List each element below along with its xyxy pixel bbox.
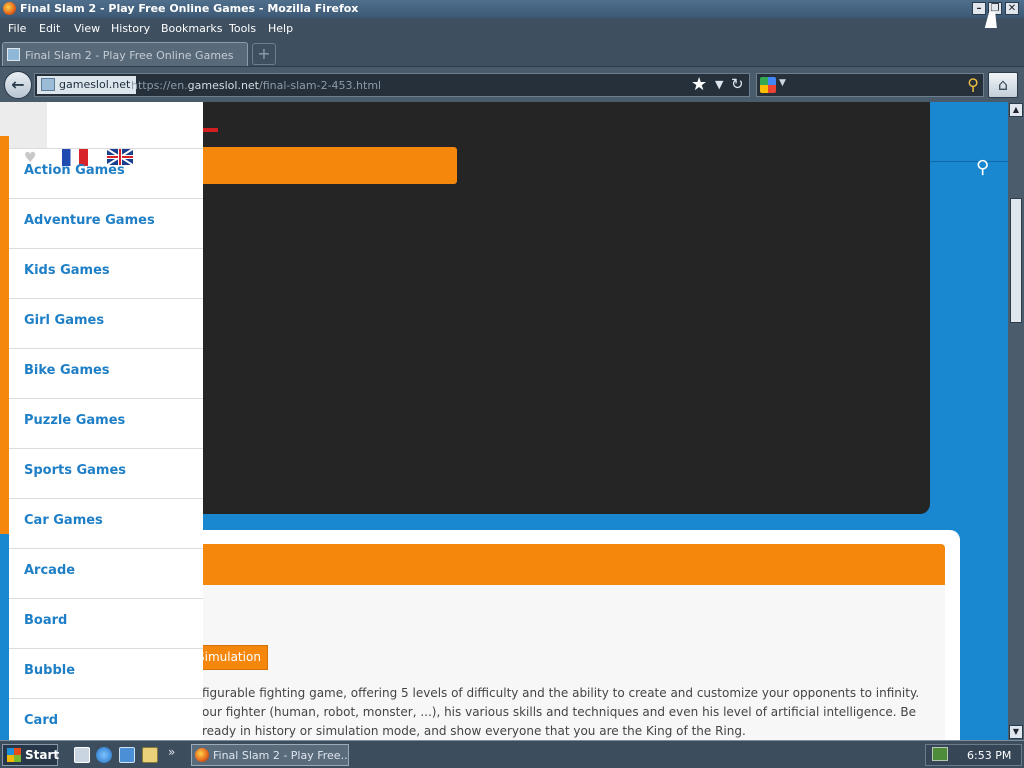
window-title-bar: Final Slam 2 - Play Free Online Games - … <box>0 0 1024 18</box>
minimize-button[interactable]: – <box>972 2 986 15</box>
url-dropdown-icon[interactable]: ▼ <box>715 78 723 91</box>
page-content: ⚲ Simulation figurable fighting game, of… <box>0 102 1008 740</box>
bookmark-star-icon[interactable]: ★ <box>691 74 707 95</box>
network-icon[interactable] <box>932 747 948 761</box>
sidebar-item-label: Sports Games <box>24 463 127 478</box>
header-orange-bar <box>200 147 457 184</box>
sidebar-item-bubble[interactable]: Bubble <box>9 648 203 698</box>
scroll-thumb[interactable] <box>1010 198 1022 323</box>
url-text: https://en.gameslol.net/final-slam-2-453… <box>131 79 381 92</box>
firefox-icon <box>195 748 209 762</box>
site-search-icon[interactable]: ⚲ <box>976 157 989 178</box>
menu-file[interactable]: File <box>8 22 26 35</box>
firefox-icon <box>3 2 16 15</box>
windows-logo-icon <box>7 748 21 762</box>
system-tray: 6:53 PM <box>925 744 1022 766</box>
scroll-down-button[interactable]: ▼ <box>1009 725 1023 739</box>
site-favicon-icon <box>7 48 20 61</box>
menu-help[interactable]: Help <box>268 22 293 35</box>
search-engine-dropdown-icon[interactable]: ▼ <box>779 78 786 88</box>
tab-final-slam[interactable]: Final Slam 2 - Play Free Online Games <box>2 42 248 66</box>
sidebar-item-girl-games[interactable]: Girl Games <box>9 298 203 348</box>
menu-view[interactable]: View <box>74 22 100 35</box>
url-path: /final-slam-2-453.html <box>259 79 382 92</box>
header-divider <box>930 161 1008 162</box>
search-bar[interactable]: ▼ ⚲ <box>756 73 984 97</box>
site-identity-button[interactable]: gameslol.net <box>37 76 137 94</box>
sidebar-item-label: Puzzle Games <box>24 413 126 428</box>
category-sidebar: ♥ Action Games Adventure Games Kids Game… <box>0 102 203 740</box>
site-identity-icon <box>41 78 55 91</box>
sidebar-item-arcade[interactable]: Arcade <box>9 548 203 598</box>
menu-edit[interactable]: Edit <box>39 22 60 35</box>
taskbar: Start » Final Slam 2 - Play Free... 6:53… <box>0 740 1024 768</box>
sidebar-item-label: Kids Games <box>24 263 110 278</box>
sidebar-item-label: Adventure Games <box>24 213 155 228</box>
vertical-scrollbar[interactable]: ▲ ▼ <box>1008 102 1024 740</box>
show-desktop-icon[interactable] <box>74 747 90 763</box>
menu-tools[interactable]: Tools <box>229 22 256 35</box>
sidebar-item-bike-games[interactable]: Bike Games <box>9 348 203 398</box>
sidebar-accent-blue <box>0 534 9 740</box>
sidebar-accent-orange <box>0 136 9 534</box>
search-magnifier-icon[interactable]: ⚲ <box>967 75 979 94</box>
sidebar-item-car-games[interactable]: Car Games <box>9 498 203 548</box>
sidebar-item-label: Car Games <box>24 513 103 528</box>
back-button[interactable]: ← <box>4 71 32 99</box>
new-tab-button[interactable]: + <box>252 43 276 65</box>
taskbar-window-label: Final Slam 2 - Play Free... <box>213 749 349 762</box>
google-icon[interactable] <box>760 77 776 93</box>
category-list: Action Games Adventure Games Kids Games … <box>9 148 203 740</box>
window-title: Final Slam 2 - Play Free Online Games - … <box>20 2 359 15</box>
url-domain: gameslol.net <box>187 79 259 92</box>
menu-bar: File Edit View History Bookmarks Tools H… <box>0 18 1024 39</box>
sidebar-item-label: Arcade <box>24 563 76 578</box>
close-button[interactable]: ✕ <box>1005 2 1019 15</box>
sidebar-item-sports-games[interactable]: Sports Games <box>9 448 203 498</box>
sidebar-item-label: Card <box>24 713 59 728</box>
home-button[interactable]: ⌂ <box>988 72 1018 98</box>
sidebar-item-label: Board <box>24 613 68 628</box>
tab-bar: Final Slam 2 - Play Free Online Games + <box>0 39 1024 66</box>
navigation-bar: ← gameslol.net https://en.gameslol.net/f… <box>0 66 1024 102</box>
quicklaunch-more-icon[interactable]: » <box>168 745 175 759</box>
internet-explorer-icon[interactable] <box>96 747 112 763</box>
start-button[interactable]: Start <box>2 744 60 766</box>
sidebar-item-action-games[interactable]: Action Games <box>9 148 203 198</box>
sidebar-item-adventure-games[interactable]: Adventure Games <box>9 198 203 248</box>
sidebar-item-puzzle-games[interactable]: Puzzle Games <box>9 398 203 448</box>
game-description: figurable fighting game, offering 5 leve… <box>202 686 920 738</box>
tab-label: Final Slam 2 - Play Free Online Games <box>25 49 234 62</box>
red-arrow-icon <box>202 128 218 132</box>
sidebar-item-kids-games[interactable]: Kids Games <box>9 248 203 298</box>
menu-bookmarks[interactable]: Bookmarks <box>161 22 222 35</box>
outlook-icon[interactable] <box>119 747 135 763</box>
clock[interactable]: 6:53 PM <box>967 749 1011 762</box>
taskbar-firefox-window[interactable]: Final Slam 2 - Play Free... <box>191 744 349 766</box>
sidebar-item-label: Action Games <box>24 163 125 178</box>
sidebar-item-label: Girl Games <box>24 313 105 328</box>
sidebar-item-board[interactable]: Board <box>9 598 203 648</box>
explorer-icon[interactable] <box>142 747 158 763</box>
game-info-header <box>150 544 945 585</box>
site-identity-label: gameslol.net <box>59 78 131 91</box>
menu-history[interactable]: History <box>111 22 150 35</box>
sidebar-item-label: Bike Games <box>24 363 110 378</box>
url-bar[interactable]: gameslol.net https://en.gameslol.net/fin… <box>34 73 750 97</box>
scroll-up-button[interactable]: ▲ <box>1009 103 1023 117</box>
sidebar-item-card[interactable]: Card <box>9 698 203 740</box>
url-prefix: https://en. <box>131 79 188 92</box>
reload-icon[interactable]: ↻ <box>731 75 744 93</box>
sidebar-item-label: Bubble <box>24 663 76 678</box>
start-label: Start <box>25 748 60 762</box>
